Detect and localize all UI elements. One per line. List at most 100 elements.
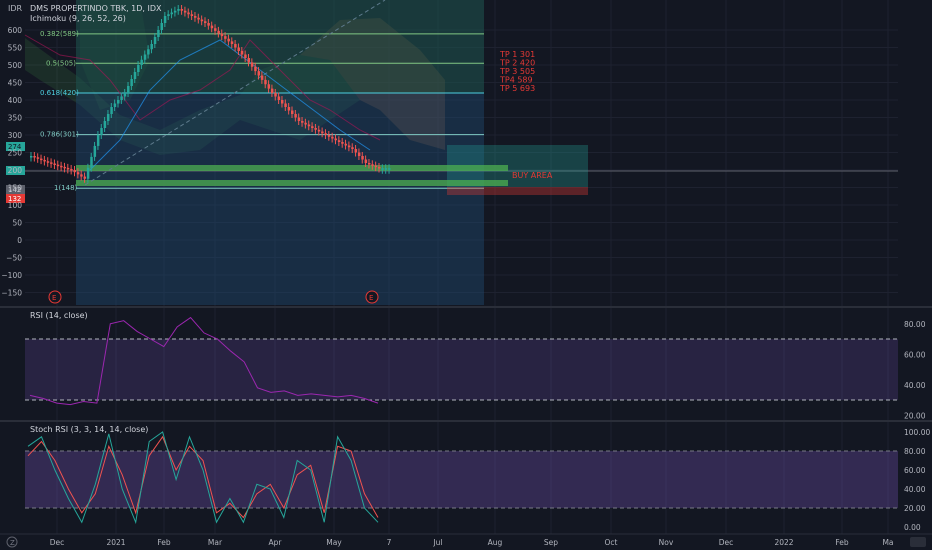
candle-body <box>83 176 87 179</box>
candle-body <box>357 152 361 156</box>
time-tick: Dec <box>50 538 65 547</box>
price-tick: −50 <box>6 254 22 263</box>
candle-body <box>247 58 250 63</box>
fib-label: 1(148) <box>54 184 78 192</box>
candle-body <box>106 114 110 121</box>
stoch-tick: 100.00 <box>904 428 930 437</box>
event-marker-1[interactable]: E <box>52 294 56 302</box>
candle-body <box>334 138 337 141</box>
candle-body <box>244 54 247 58</box>
candle-body <box>100 128 103 135</box>
candle-body <box>234 44 237 48</box>
rsi-tick: 80.00 <box>904 320 926 329</box>
price-tick: −150 <box>1 289 22 298</box>
candle-body <box>237 47 240 51</box>
candle-body <box>367 163 371 165</box>
candle-body <box>113 103 117 107</box>
stoch-tick: 20.00 <box>904 504 926 513</box>
candle-body <box>183 10 187 13</box>
candle-body <box>388 168 391 170</box>
candle-body <box>267 84 271 89</box>
candle-body <box>90 156 93 168</box>
candle-body <box>53 163 56 166</box>
price-tick: 450 <box>8 79 23 88</box>
candle-body <box>76 172 80 175</box>
candle-body <box>197 17 200 20</box>
time-tick: Ma <box>882 538 893 547</box>
time-tick: Jul <box>432 538 442 547</box>
candle-body <box>314 128 317 130</box>
candle-body <box>257 71 261 76</box>
candle-body <box>63 166 66 169</box>
price-tick: 100 <box>8 201 23 210</box>
candle-body <box>240 51 244 55</box>
candle-body <box>381 168 384 170</box>
time-tick: May <box>326 538 342 547</box>
ichimoku-title: Ichimoku (9, 26, 52, 26) <box>30 14 126 23</box>
candle-body <box>264 79 267 85</box>
candle-body <box>36 157 40 159</box>
candle-body <box>120 96 123 100</box>
time-tick: Mar <box>208 538 223 547</box>
candle-body <box>351 147 354 149</box>
candle-body <box>157 30 160 37</box>
candle-body <box>180 9 184 11</box>
settings-gear-icon[interactable] <box>910 537 926 547</box>
candle-body <box>40 158 43 161</box>
target-labels: TP 1 301TP 2 420TP 3 505TP4 589TP 5 693 <box>499 50 535 93</box>
candle-body <box>344 143 348 146</box>
candle-body <box>324 133 327 135</box>
price-tick: 400 <box>8 96 23 105</box>
chart-canvas[interactable]: IDR DMS PROPERTINDO TBK, 1D, IDX Ichimok… <box>0 0 932 550</box>
candle-body <box>50 162 53 164</box>
candle-body <box>307 124 311 127</box>
time-tick: 7 <box>387 538 392 547</box>
candle-body <box>170 12 174 15</box>
candle-body <box>384 168 388 170</box>
candle-body <box>127 86 130 93</box>
candle-body <box>354 149 358 153</box>
candle-body <box>163 16 167 23</box>
event-marker-2[interactable]: E <box>369 294 373 302</box>
candle-body <box>43 159 46 162</box>
buy-area-label: BUY AREA <box>512 171 553 180</box>
price-tick: −100 <box>1 271 22 280</box>
candle-body <box>210 25 214 29</box>
stop-box <box>447 187 588 195</box>
price-tick: 350 <box>8 114 23 123</box>
stoch-tick: 0.00 <box>904 523 921 532</box>
stoch-band <box>25 451 898 508</box>
candle-body <box>327 135 331 137</box>
candle-body <box>294 114 297 118</box>
candle-body <box>260 75 264 80</box>
candle-body <box>147 49 150 55</box>
candle-body <box>311 126 314 128</box>
candle-body <box>337 140 341 142</box>
candle-body <box>96 135 100 146</box>
candle-body <box>140 59 143 65</box>
time-tick: 2021 <box>106 538 125 547</box>
price-tick: 150 <box>8 184 23 193</box>
candle-body <box>46 161 50 163</box>
support-band-lower <box>76 180 508 186</box>
candle-body <box>301 121 304 123</box>
time-tick: Sep <box>544 538 558 547</box>
candle-body <box>374 165 378 168</box>
price-tick: 550 <box>8 44 23 53</box>
rsi-tick: 60.00 <box>904 350 926 359</box>
rsi-tick: 40.00 <box>904 381 926 390</box>
candle-body <box>143 54 147 60</box>
rsi-tick: 20.00 <box>904 411 926 420</box>
time-tick: Feb <box>157 538 171 547</box>
fib-label: 0.5(505) <box>46 59 76 67</box>
candle-body <box>150 44 153 50</box>
fib-label: 0.618(420) <box>40 89 79 97</box>
candle-body <box>33 156 36 158</box>
candle-body <box>200 19 204 22</box>
stoch-tick: 80.00 <box>904 447 926 456</box>
candle-body <box>93 145 97 157</box>
price-tick: 0 <box>17 236 22 245</box>
candle-body <box>123 93 127 97</box>
time-tick: Oct <box>605 538 618 547</box>
candle-body <box>227 38 230 42</box>
